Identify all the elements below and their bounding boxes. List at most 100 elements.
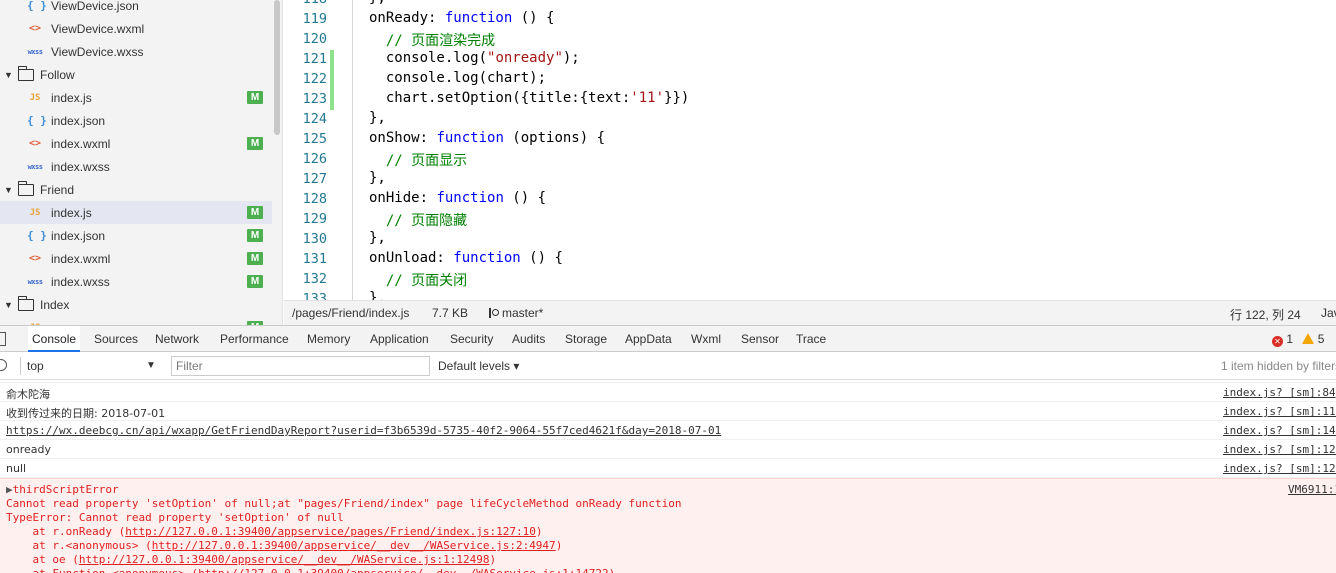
code-line[interactable]: }, xyxy=(369,110,386,126)
tree-file[interactable]: { } index.json xyxy=(0,109,272,132)
console-message-url[interactable]: https://wx.deebcg.cn/api/wxapp/GetFriend… xyxy=(6,424,721,437)
devtools-tab-storage[interactable]: Storage xyxy=(561,326,611,352)
line-number: 124 xyxy=(302,111,327,127)
tree-file-clipped[interactable]: JSM xyxy=(0,316,272,325)
code-line[interactable]: onHide: function () { xyxy=(369,190,546,206)
status-file-size: 7.7 KB xyxy=(432,306,469,320)
error-expand-toggle[interactable]: ▶thirdScriptError xyxy=(6,483,119,496)
console-output[interactable]: 俞木陀海 index.js? [sm]:84 收到传过来的日期: 2018-07-0… xyxy=(0,381,1336,573)
code-line[interactable]: // 页面关闭 xyxy=(369,270,467,290)
file-tree-scrollbar[interactable] xyxy=(273,0,281,325)
log-levels-dropdown[interactable]: Default levels ▾ xyxy=(438,357,519,375)
tree-file[interactable]: wxss index.wxss M xyxy=(0,270,272,293)
error-type: TypeError: Cannot read property 'setOpti… xyxy=(6,511,344,524)
line-number: 133 xyxy=(302,291,327,300)
clear-console-icon[interactable] xyxy=(0,359,7,371)
devtools-tab-network[interactable]: Network xyxy=(151,326,203,352)
devtools-tab-security[interactable]: Security xyxy=(446,326,497,352)
devtools-tab-application[interactable]: Application xyxy=(366,326,433,352)
code-comment: // 页面关闭 xyxy=(369,273,468,289)
code-line[interactable]: // 页面显示 xyxy=(369,150,467,170)
devtools-tab-performance[interactable]: Performance xyxy=(216,326,293,352)
tree-folder-label: Index xyxy=(40,297,70,312)
code-editor[interactable]: 118}, 119 onReady: function () {120 // 页面渲… xyxy=(284,0,1336,300)
console-message-source[interactable]: index.js? [sm]:144 xyxy=(1223,424,1336,437)
line-number: 129 xyxy=(302,211,327,227)
code-line[interactable]: }, xyxy=(369,290,386,300)
devtools-tab-wxml[interactable]: Wxml xyxy=(687,326,725,352)
tree-file-label: index.json xyxy=(51,228,106,243)
stack-frame-link[interactable]: http://127.0.0.1:39400/appservice/pages/… xyxy=(125,525,536,538)
status-cursor-position[interactable]: 行 122, 列 24 xyxy=(1230,306,1301,323)
console-message: onready index.js? [sm]:121 xyxy=(0,440,1336,459)
code-line[interactable]: // 页面渲染完成 xyxy=(369,30,495,50)
tree-folder-label: Follow xyxy=(40,67,75,82)
inspect-element-icon[interactable] xyxy=(0,332,6,346)
devtools-tab-audits[interactable]: Audits xyxy=(508,326,549,352)
tree-folder[interactable]: ▼ Follow xyxy=(0,63,272,86)
file-wxss-icon: wxss xyxy=(27,47,43,56)
console-filter-input[interactable] xyxy=(171,356,430,376)
devtools-tab-sensor[interactable]: Sensor xyxy=(737,326,783,352)
status-file-path: /pages/Friend/index.js xyxy=(292,306,410,320)
code-comment: // 页面渲染完成 xyxy=(369,33,496,49)
git-modified-badge: M xyxy=(247,91,263,104)
error-source-link[interactable]: VM6911:1 xyxy=(1288,483,1336,496)
tree-file[interactable]: wxss ViewDevice.wxss xyxy=(0,40,272,63)
tree-file[interactable]: { } index.json M xyxy=(0,224,272,247)
line-number: 119 xyxy=(302,11,327,27)
console-message-source[interactable]: index.js? [sm]:110 xyxy=(1223,405,1336,418)
devtools-tab-trace[interactable]: Trace xyxy=(792,326,830,352)
tree-file[interactable]: <> index.wxml M xyxy=(0,247,272,270)
tree-file[interactable]: JS index.js M xyxy=(0,86,272,109)
code-line[interactable]: // 页面隐藏 xyxy=(369,210,467,230)
devtools-tab-console[interactable]: Console xyxy=(28,326,81,352)
stack-frame-link[interactable]: http://127.0.0.1:39400/appservice/__dev_… xyxy=(152,539,556,552)
file-tree-scroll-thumb[interactable] xyxy=(274,0,280,135)
console-message: 收到传过来的日期: 2018-07-01 index.js? [sm]:110 xyxy=(0,402,1336,421)
code-token: }, xyxy=(369,0,386,6)
tree-file[interactable]: { } ViewDevice.json xyxy=(0,0,272,17)
console-message-source[interactable]: index.js? [sm]:122 xyxy=(1223,462,1336,475)
devtools-tab-memory[interactable]: Memory xyxy=(303,326,354,352)
code-line[interactable]: console.log("onready"); xyxy=(369,50,580,66)
code-line[interactable]: onReady: function () { xyxy=(369,10,554,26)
line-number: 128 xyxy=(302,191,327,207)
line-number: 123 xyxy=(302,91,327,107)
tree-folder[interactable]: ▼ Friend xyxy=(0,178,272,201)
code-token: console.log( xyxy=(369,50,488,66)
issue-counter[interactable]: ✕ 1 5 xyxy=(1272,332,1324,347)
code-line[interactable]: onUnload: function () { xyxy=(369,250,563,266)
code-line[interactable]: }, xyxy=(369,230,386,246)
console-message-source[interactable]: index.js? [sm]:121 xyxy=(1223,443,1336,456)
log-levels-label: Default levels xyxy=(438,359,511,373)
line-number: 125 xyxy=(302,131,327,147)
tree-file[interactable]: JS index.js M xyxy=(0,201,272,224)
tree-file[interactable]: wxss index.wxss xyxy=(0,155,272,178)
status-branch[interactable]: master* xyxy=(488,306,543,320)
context-selector[interactable]: top xyxy=(20,357,160,375)
tree-folder-label: Friend xyxy=(40,182,75,197)
tree-folder[interactable]: ▼ Index xyxy=(0,293,272,316)
context-dropdown-icon[interactable]: ▼ xyxy=(146,357,156,375)
devtools-tab-bar: Console Sources Network Performance Memory Ap… xyxy=(0,325,1336,352)
stack-frame-prefix: at r.onReady ( xyxy=(6,525,126,538)
stack-frame-link[interactable]: http://127.0.0.1:39400/appservice/__dev_… xyxy=(79,553,490,566)
code-line[interactable]: }, xyxy=(369,170,386,186)
folder-expanded-icon: ▼ xyxy=(4,69,13,80)
devtools-tab-appdata[interactable]: AppData xyxy=(621,326,676,352)
git-modified-badge: M xyxy=(247,252,263,265)
code-line[interactable]: }, xyxy=(369,0,386,6)
code-token: ); xyxy=(562,50,580,66)
devtools-tab-sources[interactable]: Sources xyxy=(90,326,142,352)
stack-frame-link[interactable]: http://127.0.0.1:39400/appservice/__dev_… xyxy=(198,567,609,573)
tree-file[interactable]: <> ViewDevice.wxml xyxy=(0,17,272,40)
code-line[interactable]: onShow: function (options) { xyxy=(369,130,605,146)
tree-file[interactable]: <> index.wxml M xyxy=(0,132,272,155)
console-message-text: 收到传过来的日期: 2018-07-01 xyxy=(6,407,166,420)
console-message-source[interactable]: index.js? [sm]:84 xyxy=(1223,386,1336,399)
code-line[interactable]: console.log(chart); xyxy=(369,70,546,86)
status-language[interactable]: JavaScript xyxy=(1321,306,1336,320)
file-json-icon: { } xyxy=(27,114,47,127)
code-line[interactable]: chart.setOption({title:{text:'11'}}) xyxy=(369,90,689,106)
